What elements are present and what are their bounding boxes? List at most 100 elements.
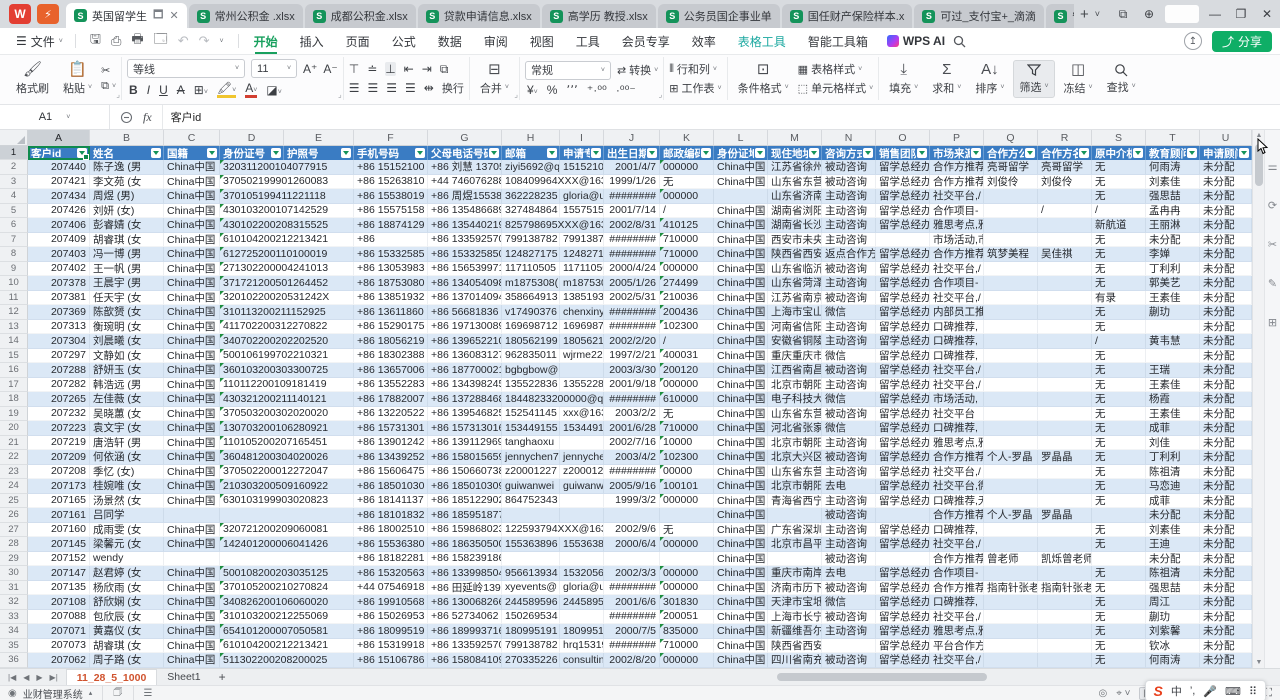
sliders-icon[interactable]: ⚌ <box>1268 160 1278 173</box>
menu-tab-工具[interactable]: 工具 <box>565 28 611 54</box>
sheet-tab-Sheet1[interactable]: Sheet1 <box>157 669 210 685</box>
column-header-A[interactable]: A <box>28 130 90 146</box>
wps-ai-button[interactable]: WPS AI <box>879 34 953 48</box>
minimize-button[interactable]: — <box>1202 3 1228 25</box>
cell-C5[interactable]: China中国 <box>164 204 220 219</box>
cell-S10[interactable]: 无 <box>1092 276 1146 291</box>
cell-P35[interactable]: 平台合作方 <box>930 639 984 654</box>
cell-A8[interactable]: 207403 <box>28 247 90 262</box>
row-number[interactable]: 11 <box>0 291 28 306</box>
cell-O10[interactable]: 留学总经办 <box>876 276 930 291</box>
cell-R12[interactable] <box>1038 305 1092 320</box>
cell-Q2[interactable]: 亮哥留学 <box>984 160 1038 175</box>
cell-Q26[interactable]: 个人-罗晶 <box>984 508 1038 523</box>
cell-F20[interactable]: +86 15731301 <box>354 421 428 436</box>
header-cell-N[interactable]: 咨询方式 <box>822 146 876 160</box>
wrap-text-button[interactable]: 换行 <box>442 80 464 96</box>
cell-B22[interactable]: 何依涵 (女 <box>90 450 164 465</box>
cell-L10[interactable]: China中国 <box>714 276 768 291</box>
filter-dropdown-icon[interactable] <box>701 148 711 158</box>
cell-G15[interactable]: +86 1360831276 <box>428 349 502 364</box>
wps-logo[interactable]: W <box>9 4 31 24</box>
cell-Q19[interactable] <box>984 407 1038 422</box>
cell-M29[interactable] <box>768 552 822 567</box>
cell-C13[interactable]: China中国 <box>164 320 220 335</box>
cell-J17[interactable]: 2001/9/18 <box>604 378 660 393</box>
cell-D11[interactable]: 32010220020531242X <box>220 291 354 306</box>
undo-icon[interactable]: ↶ <box>178 33 189 49</box>
cell-G11[interactable]: +86 1370140948 <box>428 291 502 306</box>
column-header-K[interactable]: K <box>660 130 714 146</box>
cell-F32[interactable]: +86 19910568 <box>354 595 428 610</box>
cell-S32[interactable]: 无 <box>1092 595 1146 610</box>
cell-J19[interactable]: 2003/2/2 <box>604 407 660 422</box>
cell-R7[interactable] <box>1038 233 1092 248</box>
cell-Q13[interactable] <box>984 320 1038 335</box>
cell-P18[interactable]: 市场活动, <box>930 392 984 407</box>
header-cell-D[interactable]: 身份证号 <box>220 146 284 160</box>
cell-U24[interactable]: 未分配 <box>1200 479 1252 494</box>
cell-N7[interactable]: 主动咨询 <box>822 233 876 248</box>
cell-R24[interactable] <box>1038 479 1092 494</box>
cell-M30[interactable]: 重庆市南岸 <box>768 566 822 581</box>
cell-S35[interactable]: 无 <box>1092 639 1146 654</box>
cell-S23[interactable]: 无 <box>1092 465 1146 480</box>
cell-P36[interactable]: 社交平台,/ <box>930 653 984 668</box>
cell-H29[interactable] <box>502 552 560 567</box>
collapse-formula-icon[interactable] <box>120 111 133 124</box>
cell-P14[interactable]: 口碑推荐, <box>930 334 984 349</box>
cell-D35[interactable]: 610104200212213421 <box>220 639 354 654</box>
cell-U34[interactable]: 未分配 <box>1200 624 1252 639</box>
cell-C14[interactable]: China中国 <box>164 334 220 349</box>
cell-M18[interactable]: 电子科技大 <box>768 392 822 407</box>
cell-H5[interactable]: 327484864 <box>502 204 560 219</box>
cell-N17[interactable]: 主动咨询 <box>822 378 876 393</box>
filter-dropdown-icon[interactable] <box>415 148 425 158</box>
cell-J9[interactable]: 2000/4/24 <box>604 262 660 277</box>
cell-K2[interactable]: 000000 <box>660 160 714 175</box>
cell-O11[interactable]: 留学总经办 <box>876 291 930 306</box>
cell-T34[interactable]: 刘紫馨 <box>1146 624 1200 639</box>
cell-C4[interactable]: China中国 <box>164 189 220 204</box>
ime-punct-icon[interactable]: ’, <box>1190 685 1196 697</box>
cell-A4[interactable]: 207434 <box>28 189 90 204</box>
decrease-font-icon[interactable]: A⁻ <box>323 62 337 76</box>
cell-G31[interactable]: +86 田延岭1395 <box>428 581 502 596</box>
cell-U17[interactable]: 未分配 <box>1200 378 1252 393</box>
vertical-scrollbar[interactable]: ▲ ▼ <box>1252 130 1264 668</box>
cell-S11[interactable]: 有录 <box>1092 291 1146 306</box>
menu-tab-会员专享[interactable]: 会员专享 <box>611 28 681 54</box>
cell-R8[interactable]: 吴佳祺 <box>1038 247 1092 262</box>
cell-G10[interactable]: +86 1340540988 <box>428 276 502 291</box>
cell-D30[interactable]: 500108200203035125 <box>220 566 354 581</box>
prev-sheet-icon[interactable]: ◀ <box>23 673 29 682</box>
cell-D36[interactable]: 511302200208200025 <box>220 653 354 668</box>
cell-N26[interactable]: 被动咨询 <box>822 508 876 523</box>
cell-A19[interactable]: 207232 <box>28 407 90 422</box>
cell-D29[interactable] <box>220 552 354 567</box>
cell-I17[interactable]: 135522836 <box>560 378 604 393</box>
cell-F34[interactable]: +86 18099519 <box>354 624 428 639</box>
cell-K22[interactable]: 102300 <box>660 450 714 465</box>
cell-B18[interactable]: 左佳薇 (女 <box>90 392 164 407</box>
cell-O13[interactable]: 留学总经办 <box>876 320 930 335</box>
cell-Q36[interactable] <box>984 653 1038 668</box>
cell-S9[interactable]: 无 <box>1092 262 1146 277</box>
cell-A33[interactable]: 207088 <box>28 610 90 625</box>
cell-Q18[interactable] <box>984 392 1038 407</box>
cell-I30[interactable]: 153205639 <box>560 566 604 581</box>
row-number[interactable]: 32 <box>0 595 28 610</box>
cell-N35[interactable] <box>822 639 876 654</box>
cell-R18[interactable] <box>1038 392 1092 407</box>
cell-F6[interactable]: +86 18874129 <box>354 218 428 233</box>
cell-H18[interactable]: 18448233200000@qq <box>502 392 604 407</box>
sum-button[interactable]: Σ 求和˅ <box>927 60 966 98</box>
document-tab[interactable]: S常州公积金 .xlsx <box>189 4 303 28</box>
cell-F7[interactable]: +86 <box>354 233 428 248</box>
cell-J22[interactable]: 2003/4/2 <box>604 450 660 465</box>
cell-S34[interactable]: 无 <box>1092 624 1146 639</box>
cell-G5[interactable]: +86 1354866895 <box>428 204 502 219</box>
cell-L32[interactable]: China中国 <box>714 595 768 610</box>
cell-D24[interactable]: 210303200509160922 <box>220 479 354 494</box>
cell-A11[interactable]: 207381 <box>28 291 90 306</box>
